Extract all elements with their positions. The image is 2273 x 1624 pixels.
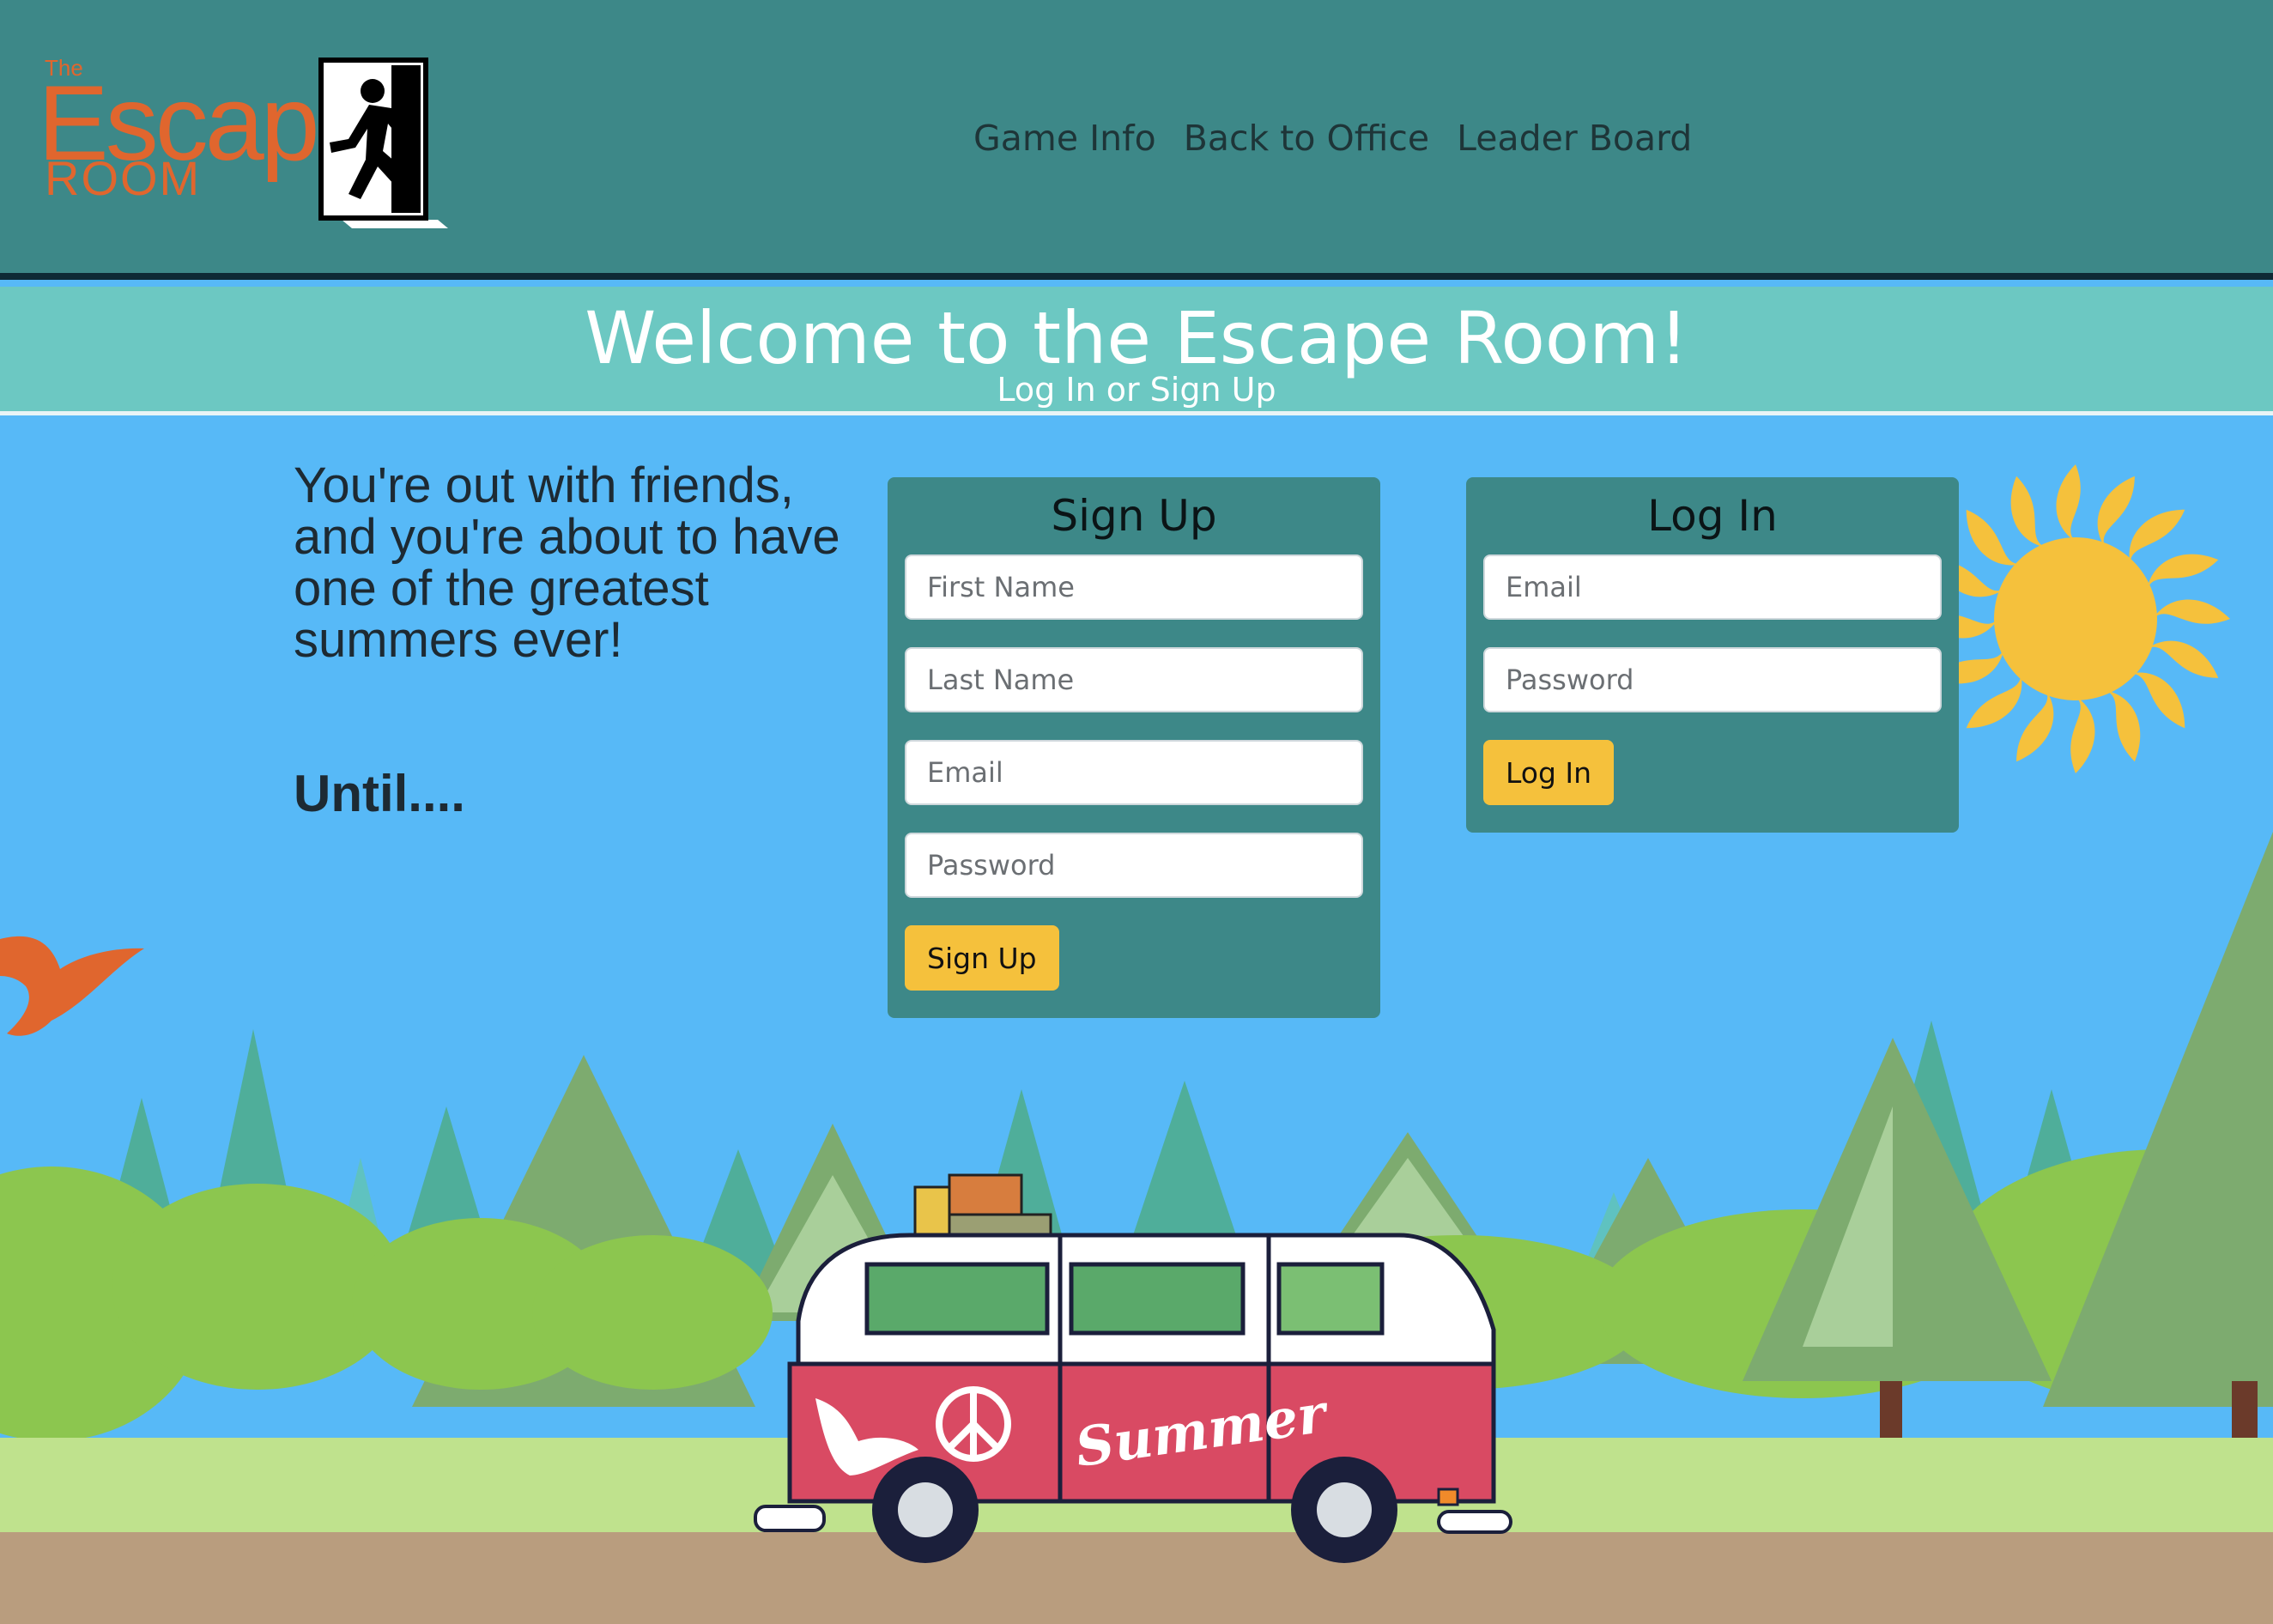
main-nav: Game Info Back to Office Leader Board xyxy=(973,108,1692,168)
signup-first-name-input[interactable] xyxy=(905,554,1363,620)
welcome-banner: Welcome to the Escape Room! Log In or Si… xyxy=(0,287,2273,415)
sun-icon xyxy=(1921,464,2230,773)
login-password-input[interactable] xyxy=(1483,647,1942,712)
intro-until-text: Until.... xyxy=(294,765,465,822)
login-title: Log In xyxy=(1647,491,1778,541)
page-title: Welcome to the Escape Room! xyxy=(585,296,1688,380)
nav-game-info[interactable]: Game Info xyxy=(973,108,1156,168)
signup-email-input[interactable] xyxy=(905,740,1363,805)
login-form: Log In Log In xyxy=(1466,477,1959,833)
intro-text: You're out with friends, and you're abou… xyxy=(294,458,840,668)
bird-icon xyxy=(0,936,144,1036)
site-header: The Escape ROOM Game Info Back to Office… xyxy=(0,0,2273,280)
nav-back-to-office[interactable]: Back to Office xyxy=(1184,108,1429,168)
wheel-icon xyxy=(872,1457,979,1563)
signup-password-input[interactable] xyxy=(905,833,1363,898)
nav-leader-board[interactable]: Leader Board xyxy=(1457,108,1692,168)
signup-button[interactable]: Sign Up xyxy=(905,925,1059,991)
exit-door-running-man-icon xyxy=(318,58,448,228)
login-button[interactable]: Log In xyxy=(1483,740,1615,805)
page-subtitle: Log In or Sign Up xyxy=(997,371,1276,409)
logo-sub-text: ROOM xyxy=(45,151,202,205)
signup-title: Sign Up xyxy=(1051,491,1217,541)
login-email-input[interactable] xyxy=(1483,554,1942,620)
signup-form: Sign Up Sign Up xyxy=(888,477,1380,1018)
wheel-icon xyxy=(1291,1457,1397,1563)
signup-last-name-input[interactable] xyxy=(905,647,1363,712)
escape-room-logo[interactable]: The Escape ROOM xyxy=(38,50,450,230)
